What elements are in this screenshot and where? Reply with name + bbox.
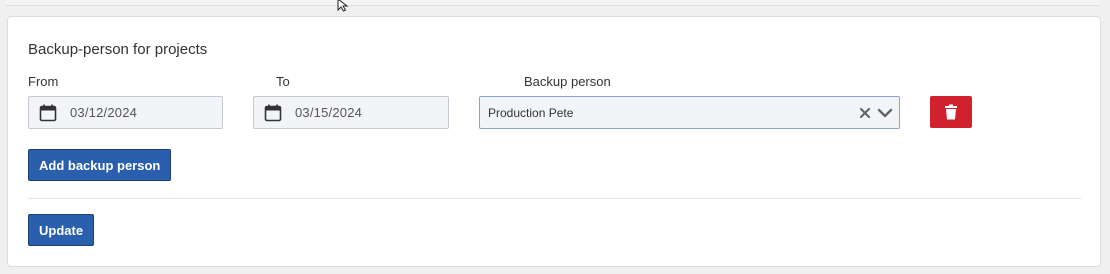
calendar-icon[interactable]: [39, 104, 57, 122]
backup-person-select[interactable]: Production Pete: [479, 96, 900, 129]
clear-icon[interactable]: [859, 107, 871, 119]
to-date-field[interactable]: 03/15/2024: [253, 96, 449, 129]
chevron-down-icon[interactable]: [877, 107, 893, 119]
top-strip: [6, 0, 1100, 6]
add-backup-person-button[interactable]: Add backup person: [28, 149, 172, 181]
section-title: Backup-person for projects: [28, 41, 208, 58]
from-label: From: [28, 74, 59, 89]
mouse-pointer-icon: [337, 0, 349, 12]
delete-button[interactable]: [930, 96, 972, 128]
trash-icon: [945, 104, 957, 120]
to-label: To: [276, 74, 290, 89]
from-date-field[interactable]: 03/12/2024: [28, 96, 223, 129]
backup-person-value: Production Pete: [488, 105, 574, 120]
to-date-value: 03/15/2024: [295, 105, 363, 120]
divider: [28, 198, 1081, 199]
backup-person-panel: Backup-person for projects From To Backu…: [7, 16, 1101, 267]
calendar-icon[interactable]: [264, 104, 282, 122]
from-date-value: 03/12/2024: [70, 105, 138, 120]
backup-person-label: Backup person: [524, 74, 611, 89]
update-button[interactable]: Update: [28, 214, 95, 246]
